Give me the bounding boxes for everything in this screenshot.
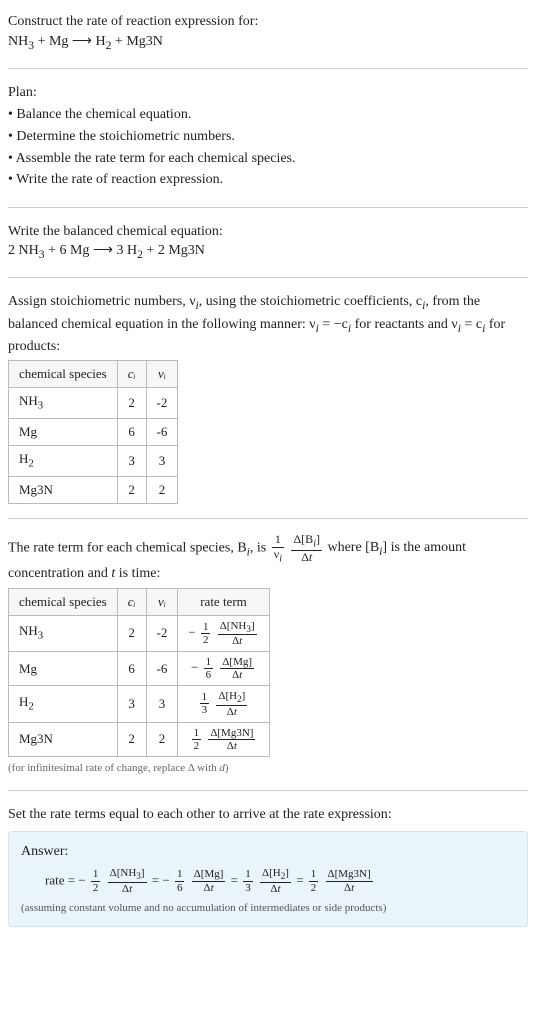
divider: [8, 277, 528, 278]
plan-item: • Write the rate of reaction expression.: [8, 169, 528, 191]
table-row: Mg 6 -6: [9, 419, 178, 446]
stoich-intro: Assign stoichiometric numbers, νi, using…: [8, 292, 528, 356]
cell-species: Mg3N: [9, 722, 118, 756]
table-header-row: chemical species cᵢ νᵢ: [9, 361, 178, 388]
cell-rate-term: − 12 Δ[NH3]Δt: [178, 615, 269, 651]
rateterm-intro: The rate term for each chemical species,…: [8, 533, 528, 583]
stoich-section: Assign stoichiometric numbers, νi, using…: [8, 286, 528, 510]
cell-c: 2: [117, 722, 146, 756]
balanced-intro: Write the balanced chemical equation:: [8, 222, 528, 242]
col-nu: νᵢ: [146, 588, 178, 615]
rateterm-table: chemical species cᵢ νᵢ rate term NH3 2 -…: [8, 588, 270, 757]
table-row: Mg3N 2 2 12 Δ[Mg3N]Δt: [9, 722, 270, 756]
cell-c: 2: [117, 615, 146, 651]
col-nu: νᵢ: [146, 361, 178, 388]
cell-c: 3: [117, 446, 146, 477]
cell-species: Mg: [9, 419, 118, 446]
question-prompt: Construct the rate of reaction expressio…: [8, 12, 528, 32]
col-species: chemical species: [9, 588, 118, 615]
divider: [8, 207, 528, 208]
final-intro: Set the rate terms equal to each other t…: [8, 805, 528, 825]
cell-c: 2: [117, 388, 146, 419]
table-row: H2 3 3: [9, 446, 178, 477]
table-row: NH3 2 -2: [9, 388, 178, 419]
cell-species: NH3: [9, 388, 118, 419]
cell-nu: -2: [146, 615, 178, 651]
table-row: Mg 6 -6 − 16 Δ[Mg]Δt: [9, 652, 270, 686]
col-rate-term: rate term: [178, 588, 269, 615]
cell-nu: 3: [146, 686, 178, 722]
table-row: H2 3 3 13 Δ[H2]Δt: [9, 686, 270, 722]
cell-nu: -6: [146, 652, 178, 686]
balanced-section: Write the balanced chemical equation: 2 …: [8, 216, 528, 270]
plan-list: • Balance the chemical equation. • Deter…: [8, 102, 528, 192]
plan-item: • Balance the chemical equation.: [8, 104, 528, 126]
rate-expression: rate = − 12 Δ[NH3]Δt = − 16 Δ[Mg]Δt = 13…: [21, 867, 515, 894]
cell-c: 6: [117, 652, 146, 686]
cell-species: Mg: [9, 652, 118, 686]
cell-nu: -6: [146, 419, 178, 446]
cell-nu: 2: [146, 477, 178, 504]
col-c: cᵢ: [117, 361, 146, 388]
table-row: NH3 2 -2 − 12 Δ[NH3]Δt: [9, 615, 270, 651]
rateterm-section: The rate term for each chemical species,…: [8, 527, 528, 782]
plan-item: • Assemble the rate term for each chemic…: [8, 148, 528, 170]
col-species: chemical species: [9, 361, 118, 388]
cell-species: H2: [9, 446, 118, 477]
cell-rate-term: 13 Δ[H2]Δt: [178, 686, 269, 722]
divider: [8, 68, 528, 69]
divider: [8, 790, 528, 791]
cell-rate-term: 12 Δ[Mg3N]Δt: [178, 722, 269, 756]
fraction-1-over-nu: 1 νi: [272, 533, 284, 564]
cell-nu: 2: [146, 722, 178, 756]
cell-c: 3: [117, 686, 146, 722]
cell-nu: 3: [146, 446, 178, 477]
plan-item: • Determine the stoichiometric numbers.: [8, 126, 528, 148]
answer-note: (assuming constant volume and no accumul…: [21, 901, 515, 916]
stoich-table: chemical species cᵢ νᵢ NH3 2 -2 Mg 6 -6 …: [8, 360, 178, 504]
plan-title: Plan:: [8, 83, 528, 103]
rateterm-footnote: (for infinitesimal rate of change, repla…: [8, 761, 528, 776]
cell-c: 6: [117, 419, 146, 446]
cell-nu: -2: [146, 388, 178, 419]
table-row: Mg3N 2 2: [9, 477, 178, 504]
question-header: Construct the rate of reaction expressio…: [8, 6, 528, 60]
cell-species: Mg3N: [9, 477, 118, 504]
cell-rate-term: − 16 Δ[Mg]Δt: [178, 652, 269, 686]
col-c: cᵢ: [117, 588, 146, 615]
fraction-dBi-dt: Δ[Bi] Δt: [291, 533, 322, 564]
answer-box: Answer: rate = − 12 Δ[NH3]Δt = − 16 Δ[Mg…: [8, 831, 528, 927]
cell-species: H2: [9, 686, 118, 722]
table-header-row: chemical species cᵢ νᵢ rate term: [9, 588, 270, 615]
cell-c: 2: [117, 477, 146, 504]
unbalanced-equation: NH3 + Mg ⟶ H2 + Mg3N: [8, 32, 528, 54]
final-section: Set the rate terms equal to each other t…: [8, 799, 528, 933]
divider: [8, 518, 528, 519]
answer-label: Answer:: [21, 842, 515, 862]
plan-section: Plan: • Balance the chemical equation. •…: [8, 77, 528, 199]
balanced-equation: 2 NH3 + 6 Mg ⟶ 3 H2 + 2 Mg3N: [8, 241, 528, 263]
cell-species: NH3: [9, 615, 118, 651]
